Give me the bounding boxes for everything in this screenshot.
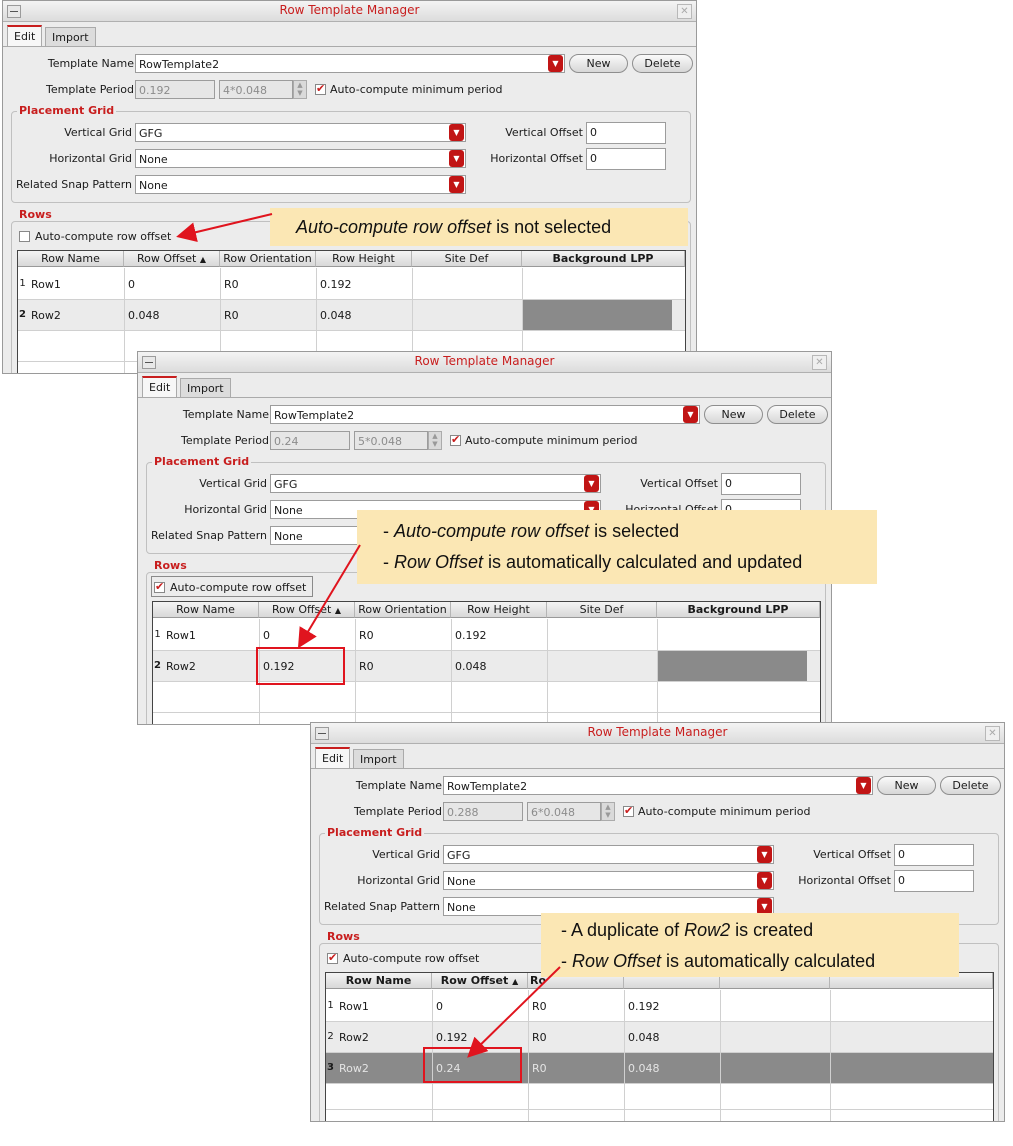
arrow-line [176, 213, 273, 243]
arrow-line [297, 544, 361, 649]
arrow-line [467, 966, 561, 1058]
callout-arrows [176, 213, 561, 1058]
